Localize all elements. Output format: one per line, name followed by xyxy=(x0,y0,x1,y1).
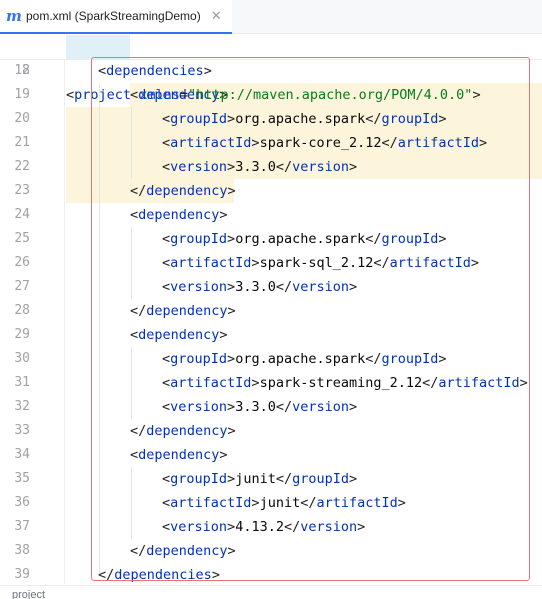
editor-tab-bar: m pom.xml (SparkStreamingDemo) ✕ xyxy=(0,0,542,34)
line-number: 25 xyxy=(14,231,30,246)
line-number: 2 xyxy=(22,63,30,78)
line-number: 34 xyxy=(14,447,30,462)
breadcrumb-item-project[interactable]: project xyxy=(12,589,45,599)
breadcrumb-bar: project xyxy=(0,585,542,599)
line-number: 21 xyxy=(14,135,30,150)
line-number: 35 xyxy=(14,471,30,486)
line-number: 29 xyxy=(14,327,30,342)
line-number: 26 xyxy=(14,255,30,270)
close-icon[interactable]: ✕ xyxy=(211,8,222,24)
line-number: 33 xyxy=(14,423,30,438)
line-number: 39 xyxy=(14,567,30,582)
line-number: 30 xyxy=(14,351,30,366)
maven-icon: m xyxy=(6,7,22,25)
tab-pom-xml[interactable]: m pom.xml (SparkStreamingDemo) ✕ xyxy=(0,0,232,34)
tab-title: pom.xml (SparkStreamingDemo) xyxy=(26,9,201,23)
line-number: 23 xyxy=(14,183,30,198)
line-number: 32 xyxy=(14,399,30,414)
selection-outline xyxy=(91,57,530,581)
code-line: 2 <project xmlns="http://maven.apache.or… xyxy=(0,35,542,103)
line-number: 28 xyxy=(14,303,30,318)
line-number: 37 xyxy=(14,519,30,534)
tag-bracket: < xyxy=(66,87,75,103)
line-number: 22 xyxy=(14,159,30,174)
line-number: 38 xyxy=(14,543,30,558)
line-number: 36 xyxy=(14,495,30,510)
line-number: 24 xyxy=(14,207,30,222)
line-number: 27 xyxy=(14,279,30,294)
line-number: 31 xyxy=(14,375,30,390)
